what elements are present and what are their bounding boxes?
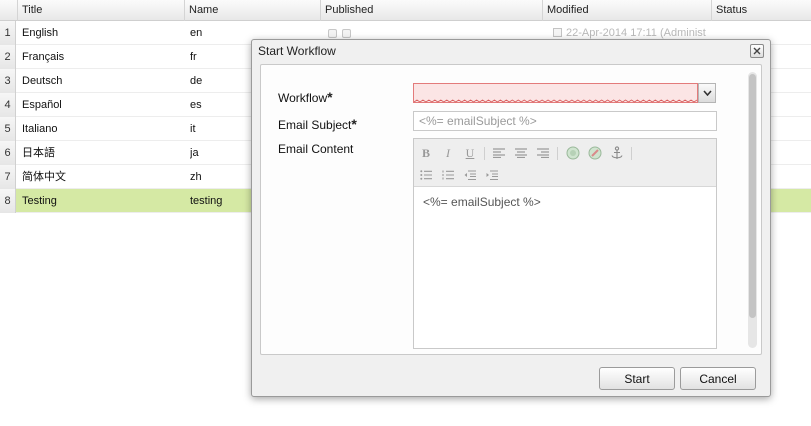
close-icon bbox=[753, 47, 761, 55]
insert-link-button[interactable] bbox=[565, 145, 581, 161]
toolbar-separator bbox=[557, 147, 558, 160]
row-name: ja bbox=[190, 147, 199, 159]
email-subject-label: Email Subject* bbox=[278, 116, 357, 132]
header-rownum-cell bbox=[0, 0, 18, 21]
indent-button[interactable] bbox=[484, 167, 500, 183]
underline-button[interactable]: U bbox=[462, 145, 478, 161]
row-number: 2 bbox=[0, 45, 16, 69]
column-header-name[interactable]: Name bbox=[185, 0, 321, 21]
align-right-icon bbox=[537, 148, 549, 158]
row-number: 6 bbox=[0, 141, 16, 165]
scrollbar-thumb[interactable] bbox=[749, 74, 756, 318]
column-header-published[interactable]: Published bbox=[321, 0, 543, 21]
row-name: testing bbox=[190, 195, 223, 207]
workflow-label-text: Workflow bbox=[278, 91, 328, 105]
row-name: fr bbox=[190, 51, 197, 63]
row-name: en bbox=[190, 27, 203, 39]
workflow-combobox-input[interactable] bbox=[413, 83, 698, 103]
column-header-title[interactable]: Title bbox=[18, 0, 185, 21]
align-left-button[interactable] bbox=[491, 145, 507, 161]
email-content-label: Email Content bbox=[278, 142, 354, 156]
indent-icon bbox=[486, 170, 498, 180]
bullet-list-button[interactable] bbox=[418, 167, 434, 183]
email-subject-label-text: Email Subject bbox=[278, 118, 352, 132]
toolbar-separator bbox=[484, 147, 485, 160]
row-title: Italiano bbox=[22, 123, 58, 135]
row-number: 5 bbox=[0, 117, 16, 141]
row-number: 4 bbox=[0, 93, 16, 117]
align-left-icon bbox=[493, 148, 505, 158]
start-workflow-dialog: Start Workflow Workflow* Email Subject* … bbox=[251, 39, 771, 397]
email-subject-input[interactable]: <%= emailSubject %> bbox=[413, 111, 717, 131]
editor-toolbar: B I U bbox=[414, 139, 716, 187]
row-title: 日本語 bbox=[22, 147, 55, 159]
dialog-title: Start Workflow bbox=[258, 44, 336, 58]
bullet-list-icon bbox=[420, 170, 432, 180]
row-name: es bbox=[190, 99, 202, 111]
invalid-underline bbox=[414, 99, 697, 103]
published-checkbox bbox=[342, 29, 351, 38]
vertical-scrollbar[interactable] bbox=[748, 72, 757, 348]
row-name: zh bbox=[190, 171, 202, 183]
row-title: Testing bbox=[22, 195, 57, 207]
row-number: 7 bbox=[0, 165, 16, 189]
cancel-button[interactable]: Cancel bbox=[680, 367, 756, 390]
row-modified-text: 22-Apr-2014 17:11 (Administ bbox=[566, 27, 706, 39]
start-button[interactable]: Start bbox=[599, 367, 675, 390]
row-title: Deutsch bbox=[22, 75, 63, 87]
row-name: it bbox=[190, 123, 196, 135]
outdent-icon bbox=[464, 170, 476, 180]
row-number: 3 bbox=[0, 69, 16, 93]
email-content-editor[interactable]: B I U <%= emailSubject %> bbox=[413, 138, 717, 349]
required-marker: * bbox=[327, 89, 333, 105]
outdent-button[interactable] bbox=[462, 167, 478, 183]
remove-link-button[interactable] bbox=[587, 145, 603, 161]
italic-icon: I bbox=[446, 145, 450, 160]
align-center-button[interactable] bbox=[513, 145, 529, 161]
underline-icon: U bbox=[465, 145, 475, 160]
workflow-dropdown-trigger[interactable] bbox=[698, 83, 716, 103]
align-center-icon bbox=[515, 148, 527, 158]
numbered-list-button[interactable] bbox=[440, 167, 456, 183]
remove-link-icon bbox=[588, 146, 602, 160]
row-title: Español bbox=[22, 99, 62, 111]
align-right-button[interactable] bbox=[535, 145, 551, 161]
numbered-list-icon bbox=[442, 170, 454, 180]
anchor-icon bbox=[611, 146, 623, 159]
row-name: de bbox=[190, 75, 203, 87]
column-header-modified[interactable]: Modified bbox=[543, 0, 712, 21]
row-title: 简体中文 bbox=[22, 171, 66, 183]
workflow-label: Workflow* bbox=[278, 89, 333, 105]
column-header-status[interactable]: Status bbox=[712, 0, 811, 21]
email-content-text: <%= emailSubject %> bbox=[423, 195, 541, 209]
row-number: 1 bbox=[0, 21, 16, 45]
insert-link-icon bbox=[566, 146, 580, 160]
published-checkbox bbox=[328, 29, 337, 38]
bold-button[interactable]: B bbox=[418, 145, 434, 161]
dialog-body: Workflow* Email Subject* <%= emailSubjec… bbox=[260, 64, 762, 355]
close-button[interactable] bbox=[750, 44, 764, 58]
toolbar-separator bbox=[631, 147, 632, 160]
chevron-down-icon bbox=[702, 90, 712, 96]
anchor-button[interactable] bbox=[609, 145, 625, 161]
row-title: Français bbox=[22, 51, 65, 63]
row-title: English bbox=[22, 27, 59, 39]
calendar-icon bbox=[553, 28, 562, 37]
bold-icon: B bbox=[421, 145, 430, 160]
italic-button[interactable]: I bbox=[440, 145, 456, 161]
row-number: 8 bbox=[0, 189, 16, 213]
grid-header: Title Name Published Modified Status bbox=[0, 0, 811, 21]
required-marker: * bbox=[351, 116, 357, 132]
